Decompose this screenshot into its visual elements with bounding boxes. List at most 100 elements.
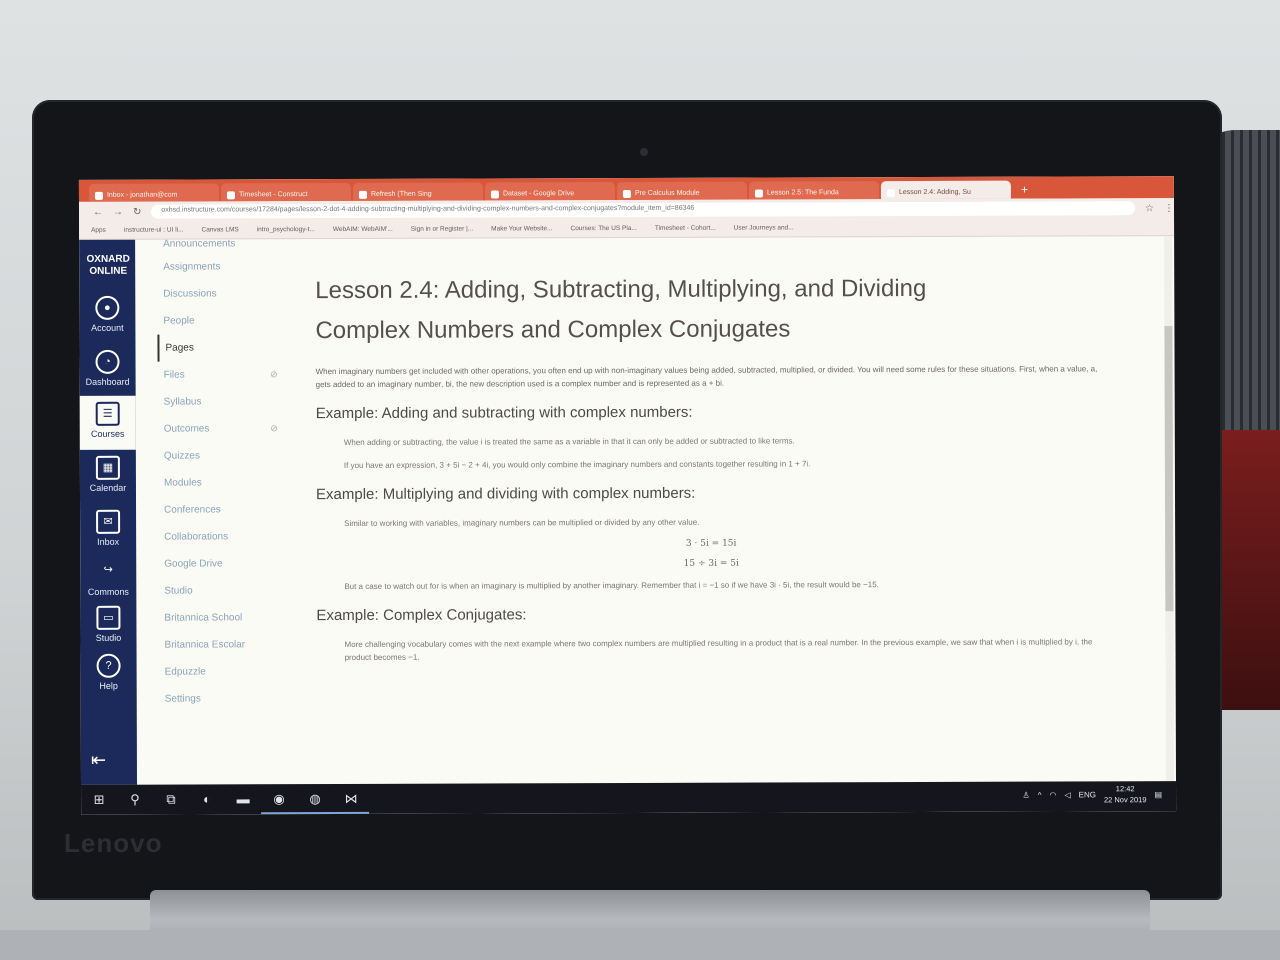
browser-tab[interactable]: Refresh (Then Sing <box>352 182 483 201</box>
course-nav-item[interactable]: Settings <box>159 685 279 712</box>
search-icon[interactable]: ⚲ <box>117 785 153 815</box>
network-icon[interactable]: ◠ <box>1049 790 1056 799</box>
notifications-icon[interactable]: ▤ <box>1154 790 1162 799</box>
hidden-eye-icon: ⊘ <box>270 369 278 380</box>
app-icon[interactable]: ◐ <box>189 784 225 814</box>
global-nav-calendar[interactable]: ▦ Calendar <box>80 455 136 500</box>
gmail-icon <box>94 191 103 200</box>
course-nav-item[interactable]: Outcomes ⊘ <box>158 415 278 442</box>
course-nav-item[interactable]: Studio <box>158 577 278 604</box>
global-nav-help[interactable]: ? Help <box>81 653 137 698</box>
course-nav-item[interactable]: Modules <box>158 469 278 496</box>
course-nav-item[interactable]: Quizzes <box>158 442 278 469</box>
section-heading: Example: Complex Conjugates: <box>316 606 527 625</box>
browser-tab[interactable]: Pre Calculus Module <box>616 181 747 201</box>
drive-icon <box>490 189 499 198</box>
bookmark[interactable]: User Journeys and... <box>734 224 794 231</box>
scrollbar-thumb[interactable] <box>1164 326 1174 612</box>
inbox-icon: ✉ <box>96 509 121 534</box>
back-icon[interactable]: ← <box>93 206 103 217</box>
browser-tab[interactable]: Dataset - Google Drive <box>484 182 615 201</box>
section-paragraph: But a case to watch out for is when an i… <box>344 580 879 591</box>
intro-paragraph: When imaginary numbers get included with… <box>315 364 1098 390</box>
section-paragraph: More challenging vocabulary comes with t… <box>344 637 1093 662</box>
language-indicator[interactable]: ENG <box>1079 790 1096 799</box>
course-nav-item[interactable]: Britannica School <box>158 604 278 631</box>
browser-tab[interactable]: Lesson 2.5: The Funda <box>748 181 879 200</box>
url-field[interactable]: oxhsd.instructure.com/courses/17284/page… <box>151 201 1136 219</box>
bookmark[interactable]: Courses: The US Pla... <box>570 225 636 232</box>
course-nav-item[interactable]: People <box>157 307 277 334</box>
hidden-eye-icon: ⊘ <box>270 423 278 434</box>
bookmark[interactable]: instructure-ui : UI li... <box>124 227 184 234</box>
course-nav-item[interactable]: Collaborations <box>158 523 278 550</box>
calendar-icon: ▦ <box>95 455 120 480</box>
bookmark[interactable]: Canvas LMS <box>201 226 238 233</box>
course-navigation: Announcements Assignments Discussions Pe… <box>157 238 279 784</box>
laptop-brand: Lenovo <box>64 828 163 858</box>
global-nav-account[interactable]: ● Account <box>79 295 135 340</box>
course-nav-item[interactable]: Edpuzzle <box>159 658 279 685</box>
people-icon[interactable]: ♙ <box>1022 790 1029 799</box>
account-icon: ● <box>95 295 120 320</box>
bookmark[interactable]: Make Your Website... <box>491 225 552 232</box>
course-nav-item[interactable]: Announcements <box>157 238 277 253</box>
scrollbar[interactable] <box>1164 236 1175 782</box>
course-nav-item[interactable]: Files ⊘ <box>158 361 278 388</box>
global-nav-dashboard[interactable]: ◔ Dashboard <box>79 349 135 394</box>
new-tab-button[interactable]: + <box>1013 183 1036 199</box>
file-explorer-icon[interactable]: ▬ <box>225 784 261 814</box>
institution-logo[interactable]: OXNARD ONLINE <box>81 254 135 278</box>
bookmark[interactable]: WebAIM: WebAIM'... <box>333 226 393 233</box>
studio-icon: ▭ <box>96 605 121 630</box>
course-nav-item[interactable]: Syllabus <box>158 388 278 415</box>
browser-tab[interactable]: Inbox - jonathan@com <box>88 183 219 202</box>
tray-chevron-icon[interactable]: ^ <box>1038 790 1042 799</box>
browser-tab[interactable]: Timesheet - Construct <box>220 182 351 202</box>
collapse-nav-icon[interactable]: ⇤ <box>91 750 106 771</box>
page-icon <box>754 189 763 198</box>
reload-icon[interactable]: ↻ <box>133 206 141 217</box>
bookmark[interactable]: Sign in or Register |... <box>411 226 473 233</box>
sheet-icon <box>226 190 235 199</box>
clock[interactable]: 12:42 22 Nov 2019 <box>1104 783 1147 805</box>
course-nav-item[interactable]: Conferences <box>158 496 278 523</box>
global-nav-studio[interactable]: ▭ Studio <box>80 605 136 650</box>
course-nav-item-active[interactable]: Pages <box>157 334 278 362</box>
webcam <box>640 148 648 156</box>
windows-start-icon[interactable]: ⊞ <box>81 785 117 815</box>
task-view-icon[interactable]: ⧉ <box>153 785 189 815</box>
course-nav-item[interactable]: Britannica Escolar <box>158 631 278 658</box>
math-equation: 3 · 5i = 15i <box>685 538 737 549</box>
bookmark[interactable]: intro_psychology-t... <box>257 226 315 233</box>
course-nav-item[interactable]: Assignments <box>157 253 277 280</box>
dashboard-icon: ◔ <box>95 349 120 374</box>
course-nav-item[interactable]: Discussions <box>157 280 277 307</box>
chrome-icon[interactable]: ◉ <box>261 784 298 815</box>
course-nav-item[interactable]: Google Drive <box>158 550 278 577</box>
section-heading: Example: Multiplying and dividing with c… <box>315 484 696 504</box>
section-paragraph: If you have an expression, 3 + 5i − 2 + … <box>343 459 811 470</box>
commons-icon: ↪ <box>103 563 113 576</box>
volume-icon[interactable]: ◁ <box>1064 790 1070 799</box>
global-nav-commons[interactable]: ↪ Commons <box>80 560 136 604</box>
windows-taskbar: ⊞ ⚲ ⧉ ◐ ▬ ◉ ◍ ⋈ ♙ ^ ◠ ◁ ENG 12:42 22 Nov… <box>81 781 1177 815</box>
math-equation: 15 ÷ 3i = 5i <box>683 558 739 569</box>
vscode-icon[interactable]: ⋈ <box>333 783 370 815</box>
star-icon[interactable]: ☆ <box>1145 203 1154 214</box>
forward-icon[interactable]: → <box>113 206 123 217</box>
page-title: Lesson 2.4: Adding, Subtracting, Multipl… <box>315 274 927 345</box>
doc-icon <box>622 189 631 198</box>
bookmark[interactable]: Timesheet - Cohort... <box>655 225 716 232</box>
bookmark[interactable]: Apps <box>91 227 106 234</box>
bookmarks-bar: Apps instructure-ui : UI li... Canvas LM… <box>79 218 1175 240</box>
section-heading: Example: Adding and subtracting with com… <box>315 403 693 423</box>
section-paragraph: When adding or subtracting, the value i … <box>343 436 795 447</box>
global-nav-inbox[interactable]: ✉ Inbox <box>80 509 136 554</box>
app-icon[interactable]: ◍ <box>297 784 334 815</box>
global-navigation: OXNARD ONLINE ● Account ◔ Dashboard ☰ Co… <box>79 239 138 785</box>
page-icon <box>886 188 895 197</box>
browser-tab-active[interactable]: Lesson 2.4: Adding, Su <box>880 180 1011 200</box>
menu-icon[interactable]: ⋮ <box>1164 203 1174 214</box>
global-nav-courses[interactable]: ☰ Courses <box>79 395 136 450</box>
